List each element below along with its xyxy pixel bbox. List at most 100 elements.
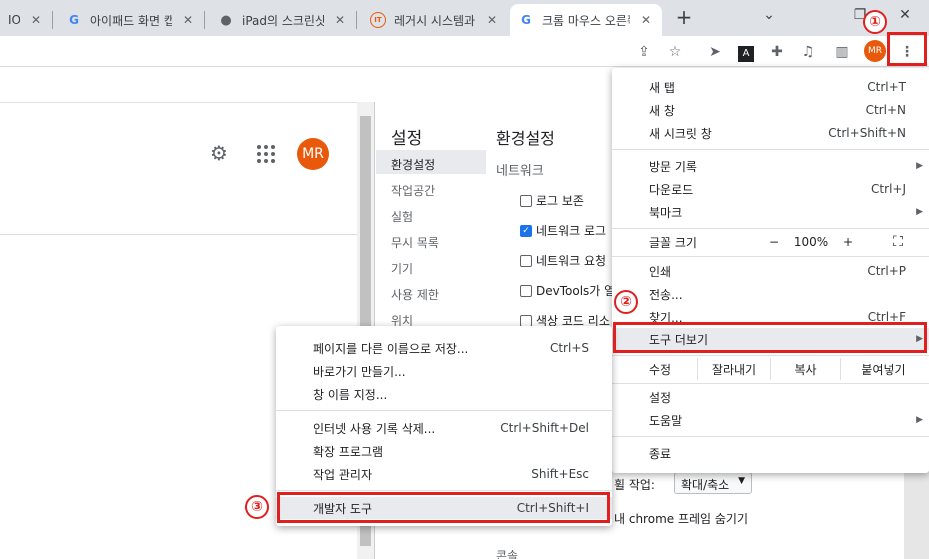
copy-button[interactable]: 복사: [770, 358, 840, 380]
menu-label: 종료: [649, 446, 672, 461]
divider: [0, 234, 357, 235]
menu-divider: [612, 355, 929, 356]
menu-label: 인쇄: [649, 264, 672, 279]
menu-print[interactable]: 인쇄 Ctrl+P: [612, 260, 929, 282]
menu-label: 다운로드: [649, 182, 694, 197]
submenu-task-manager[interactable]: 작업 관리자 Shift+Esc: [276, 463, 612, 485]
close-icon[interactable]: ✕: [28, 13, 44, 27]
checkbox-checked[interactable]: ✓: [520, 224, 532, 237]
gear-icon[interactable]: ⚙: [207, 141, 231, 165]
puzzle-icon[interactable]: ✚: [765, 40, 789, 64]
close-window-icon[interactable]: ✕: [893, 4, 917, 28]
tab-active[interactable]: G 크롬 마우스 오른쪽 ✕: [510, 4, 662, 36]
chevron-down-icon[interactable]: ⌄: [757, 4, 781, 28]
cursor-extension-icon[interactable]: ➤: [703, 40, 727, 64]
tab-title: ION: [8, 13, 20, 27]
side-panel-icon[interactable]: ▥: [830, 40, 854, 64]
submenu-save-as[interactable]: 페이지를 다른 이름으로 저장... Ctrl+S: [276, 337, 612, 359]
avatar[interactable]: MR: [297, 138, 329, 170]
sidebar-item[interactable]: 사용 제한: [391, 286, 439, 303]
tab-4[interactable]: IT 레거시 시스템과 ✕: [362, 4, 508, 36]
star-icon[interactable]: ☆: [663, 40, 687, 64]
frame-option-text: 내 chrome 프레임 숨기기: [614, 512, 749, 526]
menu-new-window[interactable]: 새 창 Ctrl+N: [612, 99, 929, 121]
extension-a-icon[interactable]: A: [734, 40, 758, 64]
menu-bookmarks[interactable]: 북마크 ▶: [612, 201, 929, 223]
avatar[interactable]: MR: [864, 40, 886, 62]
close-icon[interactable]: ✕: [180, 13, 196, 27]
wheel-action-select[interactable]: 확대/축소 ▼: [674, 472, 752, 494]
zoom-out-button[interactable]: −: [762, 231, 786, 253]
menu-label: 수정: [649, 362, 672, 377]
sidebar-item[interactable]: 환경설정: [391, 156, 435, 173]
checkbox[interactable]: [520, 284, 532, 297]
menu-label: 창 이름 지정...: [313, 387, 388, 402]
checkbox[interactable]: [520, 314, 532, 327]
menu-downloads[interactable]: 다운로드 Ctrl+J: [612, 178, 929, 200]
checkbox-label: 로그 보존: [536, 194, 584, 208]
submenu-extensions[interactable]: 확장 프로그램: [276, 440, 612, 462]
menu-label: 새 탭: [649, 80, 675, 95]
menu-shortcut: Ctrl+J: [871, 182, 906, 196]
tab-3[interactable]: ● iPad의 스크린샷 ✕: [210, 4, 356, 36]
menu-divider: [612, 149, 929, 150]
menu-divider: [612, 256, 929, 257]
tab-2[interactable]: G 아이패드 화면 캡처 ✕: [58, 4, 204, 36]
apps-grid-icon[interactable]: [254, 142, 276, 164]
submenu-arrow-icon: ▶: [916, 207, 923, 217]
menu-label: 작업 관리자: [313, 467, 373, 482]
menu-label: 도움말: [649, 413, 683, 428]
menu-help[interactable]: 도움말 ▶: [612, 409, 929, 431]
close-icon[interactable]: ✕: [484, 13, 500, 27]
menu-label: 새 시크릿 창: [649, 126, 712, 141]
checkbox-row[interactable]: ✓ 네트워크 로그: [520, 222, 606, 239]
sidebar-item[interactable]: 작업공간: [391, 182, 435, 199]
cut-button[interactable]: 잘라내기: [697, 358, 770, 380]
new-tab-button[interactable]: +: [672, 6, 696, 30]
submenu-create-shortcut[interactable]: 바로가기 만들기...: [276, 360, 612, 382]
checkbox[interactable]: [520, 254, 532, 267]
menu-label: 전송...: [649, 287, 683, 302]
menu-shortcut: Ctrl+P: [867, 264, 906, 278]
menu-incognito[interactable]: 새 시크릿 창 Ctrl+Shift+N: [612, 122, 929, 144]
fullscreen-icon[interactable]: ⛶: [886, 231, 910, 253]
menu-divider: [612, 228, 929, 229]
menu-shortcut: Ctrl+N: [865, 103, 906, 117]
share-icon[interactable]: ⇪: [632, 40, 656, 64]
menu-divider: [276, 490, 612, 491]
tab-title: iPad의 스크린샷: [242, 13, 324, 28]
highlight-box: [277, 492, 610, 523]
zoom-in-button[interactable]: +: [836, 231, 860, 253]
menu-new-tab[interactable]: 새 탭 Ctrl+T: [612, 76, 929, 98]
menu-exit[interactable]: 종료: [612, 442, 929, 464]
submenu-name-window[interactable]: 창 이름 지정...: [276, 383, 612, 405]
submenu-arrow-icon: ▶: [916, 161, 923, 171]
submenu-clear-data[interactable]: 인터넷 사용 기록 삭제... Ctrl+Shift+Del: [276, 417, 612, 439]
sidebar-item[interactable]: 실험: [391, 208, 413, 225]
menu-cast[interactable]: 전송...: [612, 283, 929, 305]
menu-settings[interactable]: 설정: [612, 386, 929, 408]
paste-button[interactable]: 붙여넣기: [840, 358, 926, 380]
menu-label: 확장 프로그램: [313, 444, 384, 459]
wheel-action-label: 휠 작업:: [614, 478, 655, 492]
checkbox-row[interactable]: 로그 보존: [520, 192, 584, 209]
section-subheading: 네트워크: [496, 164, 544, 179]
checkbox-label: 네트워크 로그: [536, 224, 607, 238]
sidebar-item[interactable]: 기기: [391, 260, 413, 277]
checkbox-row[interactable]: 네트워크 요청: [520, 252, 606, 269]
close-icon[interactable]: ✕: [332, 13, 348, 27]
tab-1[interactable]: ION ✕: [0, 4, 52, 36]
menu-label: 방문 기록: [649, 159, 697, 174]
media-icon[interactable]: ♫: [796, 40, 820, 64]
menu-shortcut: Ctrl+S: [549, 341, 589, 355]
menu-label: 인터넷 사용 기록 삭제...: [313, 421, 436, 436]
sidebar-item[interactable]: 무시 목록: [391, 234, 439, 251]
divider: [0, 102, 374, 103]
checkbox-row[interactable]: DevTools가 열: [520, 282, 615, 299]
zoom-value: 100%: [793, 235, 829, 249]
checkbox[interactable]: [520, 194, 532, 207]
tab-divider: [356, 11, 357, 29]
google-icon: G: [69, 13, 79, 27]
close-icon[interactable]: ✕: [638, 13, 654, 27]
menu-history[interactable]: 방문 기록 ▶: [612, 155, 929, 177]
